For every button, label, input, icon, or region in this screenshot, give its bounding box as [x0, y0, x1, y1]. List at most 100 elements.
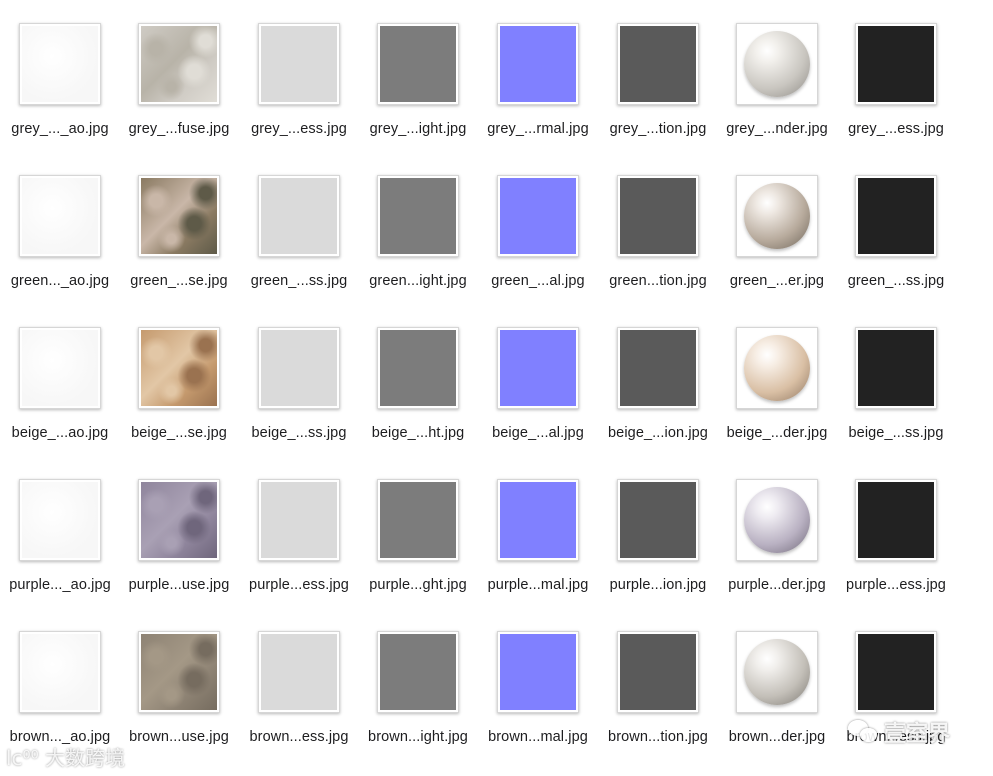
file-thumbnail[interactable]	[19, 23, 101, 105]
material-sphere	[744, 31, 810, 97]
glossiness-map-swatch	[261, 634, 337, 710]
file-thumbnail[interactable]	[377, 23, 459, 105]
file-item-brown-ao[interactable]: brown..._ao.jpg	[0, 611, 120, 761]
file-thumbnail[interactable]	[258, 175, 340, 257]
file-thumbnail[interactable]	[19, 631, 101, 713]
reflection-map-swatch	[620, 482, 696, 558]
ao-map-swatch	[22, 634, 98, 710]
ao-map-swatch	[22, 26, 98, 102]
file-item-beige-height[interactable]: beige_...ht.jpg	[358, 307, 478, 457]
file-item-purple-glossiness[interactable]: purple...ess.jpg	[239, 459, 359, 609]
file-item-purple-ao[interactable]: purple..._ao.jpg	[0, 459, 120, 609]
file-item-beige-ao[interactable]: beige_...ao.jpg	[0, 307, 120, 457]
file-item-green-normal[interactable]: green_...al.jpg	[478, 155, 598, 305]
file-thumbnail[interactable]	[258, 327, 340, 409]
file-item-brown-glossiness[interactable]: brown...ess.jpg	[239, 611, 359, 761]
file-thumbnail[interactable]	[617, 23, 699, 105]
reflection-map-swatch	[620, 330, 696, 406]
file-thumbnail[interactable]	[497, 327, 579, 409]
file-thumbnail[interactable]	[617, 327, 699, 409]
file-thumbnail[interactable]	[377, 479, 459, 561]
file-item-grey-height[interactable]: grey_...ight.jpg	[358, 3, 478, 153]
material-sphere	[744, 183, 810, 249]
diffuse-texture-swatch	[141, 178, 217, 254]
file-thumbnail[interactable]	[855, 631, 937, 713]
file-thumbnail[interactable]	[617, 631, 699, 713]
file-thumbnail[interactable]	[377, 631, 459, 713]
file-item-grey-normal[interactable]: grey_...rmal.jpg	[478, 3, 598, 153]
file-thumbnail[interactable]	[497, 23, 579, 105]
file-thumbnail[interactable]	[497, 631, 579, 713]
file-thumbnail[interactable]	[138, 479, 220, 561]
file-thumbnail[interactable]	[617, 479, 699, 561]
file-thumbnail[interactable]	[736, 631, 818, 713]
file-item-green-render[interactable]: green_...er.jpg	[717, 155, 837, 305]
file-thumbnail[interactable]	[497, 175, 579, 257]
file-thumbnail[interactable]	[138, 327, 220, 409]
file-item-brown-render[interactable]: brown...der.jpg	[717, 611, 837, 761]
file-item-green-roughness[interactable]: green_...ss.jpg	[836, 155, 956, 305]
file-thumbnail[interactable]	[138, 23, 220, 105]
file-name-label: beige_...al.jpg	[492, 425, 584, 441]
height-map-swatch	[380, 634, 456, 710]
file-item-beige-glossiness[interactable]: beige_...ss.jpg	[239, 307, 359, 457]
file-item-grey-diffuse[interactable]: grey_...fuse.jpg	[119, 3, 239, 153]
file-name-label: purple...ess.jpg	[249, 577, 349, 593]
file-thumbnail[interactable]	[617, 175, 699, 257]
file-name-label: grey_...nder.jpg	[726, 121, 828, 137]
file-item-grey-ao[interactable]: grey_..._ao.jpg	[0, 3, 120, 153]
reflection-map-swatch	[620, 178, 696, 254]
file-thumbnail[interactable]	[855, 23, 937, 105]
file-item-beige-diffuse[interactable]: beige_...se.jpg	[119, 307, 239, 457]
file-thumbnail[interactable]	[377, 175, 459, 257]
file-thumbnail[interactable]	[19, 175, 101, 257]
file-name-label: purple...der.jpg	[728, 577, 826, 593]
file-item-brown-reflection[interactable]: brown...tion.jpg	[598, 611, 718, 761]
file-thumbnail[interactable]	[19, 479, 101, 561]
file-thumbnail[interactable]	[736, 23, 818, 105]
file-thumbnail[interactable]	[736, 479, 818, 561]
file-thumbnail[interactable]	[855, 327, 937, 409]
file-thumbnail[interactable]	[736, 175, 818, 257]
file-name-label: brown...ess.jpg	[249, 729, 349, 745]
file-item-green-ao[interactable]: green..._ao.jpg	[0, 155, 120, 305]
file-item-purple-render[interactable]: purple...der.jpg	[717, 459, 837, 609]
file-name-label: beige_...ss.jpg	[251, 425, 347, 441]
file-item-purple-roughness[interactable]: purple...ess.jpg	[836, 459, 956, 609]
file-item-green-reflection[interactable]: green...tion.jpg	[598, 155, 718, 305]
file-thumbnail[interactable]	[138, 175, 220, 257]
file-item-grey-glossiness[interactable]: grey_...ess.jpg	[239, 3, 359, 153]
file-item-grey-render[interactable]: grey_...nder.jpg	[717, 3, 837, 153]
file-item-green-diffuse[interactable]: green_...se.jpg	[119, 155, 239, 305]
file-item-beige-render[interactable]: beige_...der.jpg	[717, 307, 837, 457]
file-item-beige-normal[interactable]: beige_...al.jpg	[478, 307, 598, 457]
file-thumbnail[interactable]	[138, 631, 220, 713]
file-thumbnail[interactable]	[855, 175, 937, 257]
file-item-beige-reflection[interactable]: beige_...ion.jpg	[598, 307, 718, 457]
file-item-purple-normal[interactable]: purple...mal.jpg	[478, 459, 598, 609]
height-map-swatch	[380, 178, 456, 254]
file-thumbnail[interactable]	[258, 631, 340, 713]
file-item-purple-diffuse[interactable]: purple...use.jpg	[119, 459, 239, 609]
file-thumbnail[interactable]	[377, 327, 459, 409]
file-item-brown-normal[interactable]: brown...mal.jpg	[478, 611, 598, 761]
file-item-purple-height[interactable]: purple...ght.jpg	[358, 459, 478, 609]
file-item-brown-diffuse[interactable]: brown...use.jpg	[119, 611, 239, 761]
file-thumbnail[interactable]	[258, 23, 340, 105]
file-item-green-height[interactable]: green...ight.jpg	[358, 155, 478, 305]
file-name-label: brown...tion.jpg	[608, 729, 708, 745]
file-thumbnail[interactable]	[736, 327, 818, 409]
file-item-purple-reflection[interactable]: purple...ion.jpg	[598, 459, 718, 609]
file-thumbnail[interactable]	[258, 479, 340, 561]
height-map-swatch	[380, 330, 456, 406]
file-thumbnail[interactable]	[855, 479, 937, 561]
file-name-label: beige_...ao.jpg	[11, 425, 109, 441]
file-thumbnail[interactable]	[497, 479, 579, 561]
file-name-label: green_...ss.jpg	[250, 273, 348, 289]
file-item-brown-height[interactable]: brown...ight.jpg	[358, 611, 478, 761]
file-item-beige-roughness[interactable]: beige_...ss.jpg	[836, 307, 956, 457]
file-thumbnail[interactable]	[19, 327, 101, 409]
file-item-green-glossiness[interactable]: green_...ss.jpg	[239, 155, 359, 305]
file-item-grey-roughness[interactable]: grey_...ess.jpg	[836, 3, 956, 153]
file-item-grey-reflection[interactable]: grey_...tion.jpg	[598, 3, 718, 153]
